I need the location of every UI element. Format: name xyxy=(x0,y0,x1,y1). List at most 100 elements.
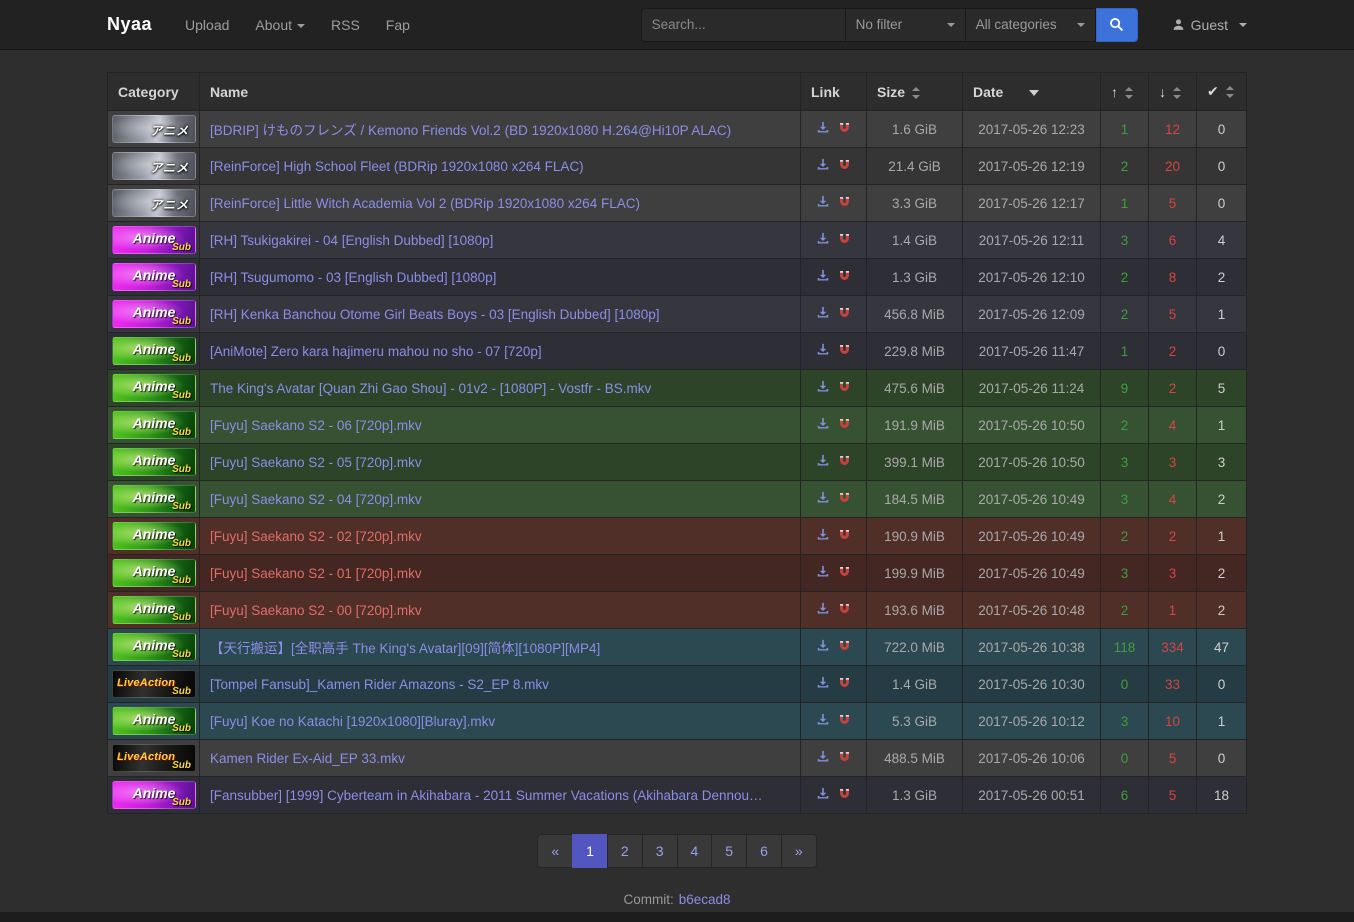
category-banner-anime-sub-green[interactable]: AnimeSub xyxy=(112,374,196,402)
category-banner-liveaction-sub[interactable]: LiveActionSub xyxy=(112,670,196,698)
magnet-icon[interactable] xyxy=(838,528,851,544)
category-banner-anime-sub-green[interactable]: AnimeSub xyxy=(112,337,196,365)
category-banner-anime-sub-green[interactable]: AnimeSub xyxy=(112,485,196,513)
torrent-name-link[interactable]: [Fuyu] Saekano S2 - 02 [720p].mkv xyxy=(210,529,422,544)
magnet-icon[interactable] xyxy=(838,269,851,285)
commit-link[interactable]: b6ecad8 xyxy=(679,892,731,907)
torrent-name-link[interactable]: [Fuyu] Saekano S2 - 05 [720p].mkv xyxy=(210,455,422,470)
magnet-icon[interactable] xyxy=(838,343,851,359)
pagination-page-1[interactable]: 1 xyxy=(572,834,608,868)
pagination-page-6[interactable]: 6 xyxy=(746,834,782,868)
download-icon[interactable] xyxy=(816,343,830,359)
header-size[interactable]: Size xyxy=(867,73,963,111)
torrent-name-link[interactable]: 【天行搬运】[全职高手 The King's Avatar][09][简体][1… xyxy=(210,641,600,656)
magnet-icon[interactable] xyxy=(838,787,851,803)
download-icon[interactable] xyxy=(816,269,830,285)
download-icon[interactable] xyxy=(816,380,830,396)
torrent-name-link[interactable]: [Fuyu] Saekano S2 - 06 [720p].mkv xyxy=(210,418,422,433)
category-banner-anime-sub-green[interactable]: AnimeSub xyxy=(112,411,196,439)
pagination-page-3[interactable]: 3 xyxy=(642,834,678,868)
download-icon[interactable] xyxy=(816,750,830,766)
download-icon[interactable] xyxy=(816,639,830,655)
pagination-page-4[interactable]: 4 xyxy=(677,834,713,868)
magnet-icon[interactable] xyxy=(838,491,851,507)
magnet-icon[interactable] xyxy=(838,195,851,211)
download-icon[interactable] xyxy=(816,491,830,507)
category-banner-anime-sub-magenta[interactable]: AnimeSub xyxy=(112,781,196,809)
download-icon[interactable] xyxy=(816,528,830,544)
header-date[interactable]: Date xyxy=(963,73,1101,111)
pagination-next[interactable]: » xyxy=(781,834,817,868)
nav-item-fap[interactable]: Fap xyxy=(373,0,423,50)
magnet-icon[interactable] xyxy=(838,417,851,433)
category-banner-anime-sub-magenta[interactable]: AnimeSub xyxy=(112,226,196,254)
torrent-name-link[interactable]: [RH] Kenka Banchou Otome Girl Beats Boys… xyxy=(210,307,660,322)
magnet-icon[interactable] xyxy=(838,380,851,396)
download-icon[interactable] xyxy=(816,121,830,137)
category-banner-anime-sub-green[interactable]: AnimeSub xyxy=(112,707,196,735)
category-banner-liveaction-sub[interactable]: LiveActionSub xyxy=(112,744,196,772)
torrent-name-link[interactable]: [RH] Tsugumomo - 03 [English Dubbed] [10… xyxy=(210,270,496,285)
nav-item-about[interactable]: About xyxy=(242,0,318,50)
category-banner-anime-sub-magenta[interactable]: AnimeSub xyxy=(112,300,196,328)
download-icon[interactable] xyxy=(816,232,830,248)
download-icon[interactable] xyxy=(816,454,830,470)
torrent-name-link[interactable]: [Fuyu] Saekano S2 - 00 [720p].mkv xyxy=(210,603,422,618)
category-banner-anime-sub-green[interactable]: AnimeSub xyxy=(112,522,196,550)
search-button[interactable] xyxy=(1096,8,1138,42)
torrent-name-link[interactable]: [RH] Tsukigakirei - 04 [English Dubbed] … xyxy=(210,233,493,248)
torrent-name-link[interactable]: [AniMote] Zero kara hajimeru mahou no sh… xyxy=(210,344,542,359)
category-banner-anime-raw[interactable]: アニメ xyxy=(112,115,196,143)
torrent-name-link[interactable]: [Fuyu] Koe no Katachi [1920x1080][Bluray… xyxy=(210,714,495,729)
download-icon[interactable] xyxy=(816,195,830,211)
magnet-icon[interactable] xyxy=(838,713,851,729)
header-completed[interactable]: ✔ xyxy=(1197,73,1247,111)
download-icon[interactable] xyxy=(816,417,830,433)
magnet-icon[interactable] xyxy=(838,565,851,581)
download-icon[interactable] xyxy=(816,565,830,581)
download-icon[interactable] xyxy=(816,158,830,174)
pagination-page-2[interactable]: 2 xyxy=(607,834,643,868)
magnet-icon[interactable] xyxy=(838,454,851,470)
brand-link[interactable]: Nyaa xyxy=(107,14,152,35)
download-icon[interactable] xyxy=(816,713,830,729)
torrent-name-link[interactable]: [Fuyu] Saekano S2 - 01 [720p].mkv xyxy=(210,566,422,581)
user-menu[interactable]: Guest xyxy=(1172,17,1247,33)
torrent-name-link[interactable]: [Tompel Fansub]_Kamen Rider Amazons - S2… xyxy=(210,677,549,692)
download-icon[interactable] xyxy=(816,676,830,692)
pagination-prev[interactable]: « xyxy=(537,834,573,868)
torrent-name-link[interactable]: [ReinForce] Little Witch Academia Vol 2 … xyxy=(210,196,640,211)
torrent-name-link[interactable]: [Fuyu] Saekano S2 - 04 [720p].mkv xyxy=(210,492,422,507)
category-select[interactable]: All categories xyxy=(966,8,1096,42)
torrent-name-link[interactable]: Kamen Rider Ex-Aid_EP 33.mkv xyxy=(210,751,405,766)
magnet-icon[interactable] xyxy=(838,602,851,618)
filter-select[interactable]: No filter xyxy=(846,8,966,42)
category-banner-anime-sub-green[interactable]: AnimeSub xyxy=(112,448,196,476)
magnet-icon[interactable] xyxy=(838,232,851,248)
category-banner-anime-sub-magenta[interactable]: AnimeSub xyxy=(112,263,196,291)
pagination-page-5[interactable]: 5 xyxy=(711,834,747,868)
header-leechers[interactable]: ↓ xyxy=(1149,73,1197,111)
magnet-icon[interactable] xyxy=(838,158,851,174)
torrent-name-link[interactable]: [Fansubber] [1999] Cyberteam in Akihabar… xyxy=(210,788,763,803)
category-banner-anime-sub-green[interactable]: AnimeSub xyxy=(112,596,196,624)
category-banner-anime-raw[interactable]: アニメ xyxy=(112,152,196,180)
magnet-icon[interactable] xyxy=(838,676,851,692)
header-seeders[interactable]: ↑ xyxy=(1101,73,1149,111)
torrent-name-link[interactable]: [ReinForce] High School Fleet (BDRip 192… xyxy=(210,159,584,174)
download-icon[interactable] xyxy=(816,306,830,322)
category-banner-anime-sub-green[interactable]: AnimeSub xyxy=(112,633,196,661)
search-input[interactable] xyxy=(641,8,846,42)
magnet-icon[interactable] xyxy=(838,639,851,655)
download-icon[interactable] xyxy=(816,602,830,618)
magnet-icon[interactable] xyxy=(838,121,851,137)
nav-item-rss[interactable]: RSS xyxy=(318,0,373,50)
magnet-icon[interactable] xyxy=(838,750,851,766)
torrent-name-link[interactable]: The King's Avatar [Quan Zhi Gao Shou] - … xyxy=(210,381,651,396)
magnet-icon[interactable] xyxy=(838,306,851,322)
category-banner-anime-raw[interactable]: アニメ xyxy=(112,189,196,217)
torrent-name-link[interactable]: [BDRIP] けものフレンズ / Kemono Friends Vol.2 (… xyxy=(210,123,731,138)
download-icon[interactable] xyxy=(816,787,830,803)
nav-item-upload[interactable]: Upload xyxy=(172,0,242,50)
category-banner-anime-sub-green[interactable]: AnimeSub xyxy=(112,559,196,587)
